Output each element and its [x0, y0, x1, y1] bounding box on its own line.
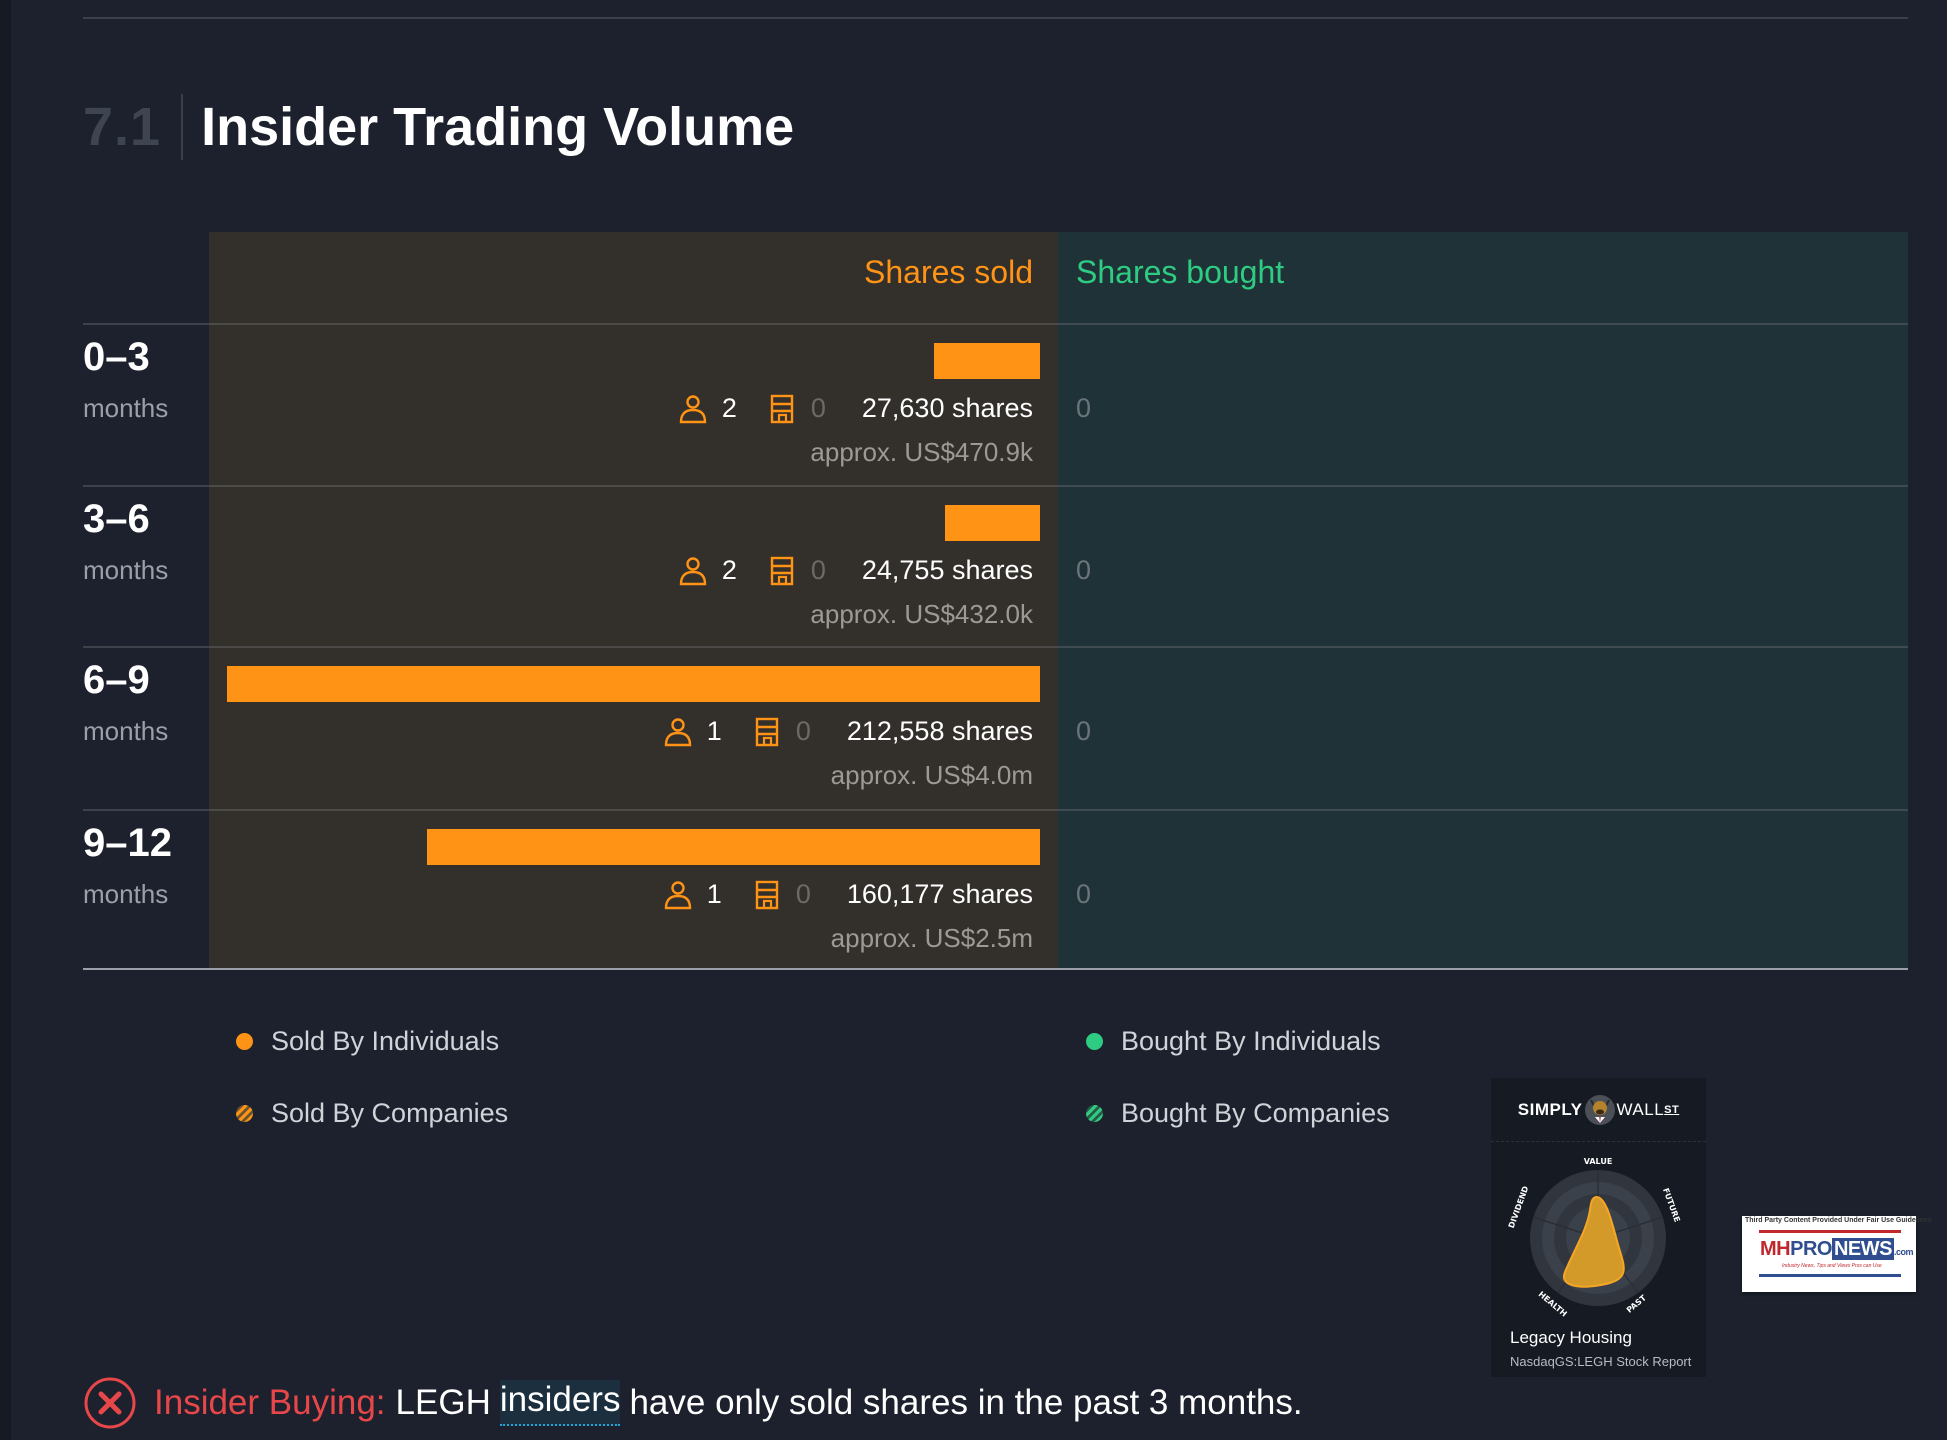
- insiders-glossary-link[interactable]: insiders: [499, 1380, 621, 1426]
- legend-label: Sold By Individuals: [271, 1026, 500, 1056]
- individual-count: 1: [706, 716, 722, 746]
- approx-value: approx. US$470.9k: [810, 437, 1033, 467]
- legend-label: Sold By Companies: [271, 1098, 509, 1128]
- period-unit: months: [83, 393, 169, 423]
- company-count: 0: [810, 393, 826, 423]
- company-count: 0: [810, 555, 826, 585]
- orange-dot-icon: [236, 1033, 253, 1050]
- building-icon: [752, 880, 782, 910]
- mhpronews-wordmark: MHPRO NEWS .com: [1760, 1238, 1913, 1261]
- legend-sold-individuals[interactable]: Sold By Individuals: [236, 1026, 499, 1057]
- person-icon: [678, 394, 708, 424]
- person-icon: [663, 880, 693, 910]
- logo-red-bar: [1759, 1230, 1901, 1233]
- approx-value: approx. US$432.0k: [810, 599, 1033, 629]
- header-shares-bought: Shares bought: [1076, 254, 1285, 290]
- axis-value: VALUE: [1584, 1157, 1613, 1166]
- section-number: 7.1: [83, 97, 162, 157]
- approx-value: approx. US$2.5m: [830, 923, 1033, 953]
- shares-bought-value: 0: [1076, 716, 1092, 746]
- sold-stats: 1 0 160,177 shares: [663, 879, 1033, 910]
- axis-dividend: DIVIDEND: [1507, 1184, 1531, 1229]
- wordmark-mh: MH: [1760, 1238, 1791, 1260]
- shares-sold-value: 212,558 shares: [846, 716, 1033, 746]
- shares-sold-value: 27,630 shares: [861, 393, 1033, 423]
- company-name: Legacy Housing: [1510, 1328, 1632, 1347]
- table-header: Shares sold Shares bought: [83, 232, 1908, 323]
- green-dot-icon: [1086, 1033, 1103, 1050]
- logo-blue-bar: [1759, 1274, 1901, 1277]
- period-unit: months: [83, 555, 169, 585]
- shares-sold-value: 160,177 shares: [846, 879, 1033, 909]
- period-unit: months: [83, 879, 169, 909]
- sold-bar[interactable]: [427, 829, 1040, 865]
- sold-stats: 2 0 24,755 shares: [678, 555, 1033, 586]
- wordmark-news: NEWS: [1831, 1238, 1894, 1260]
- building-icon: [767, 556, 797, 586]
- bull-mascot-icon: [1584, 1094, 1615, 1125]
- snowflake-radar-chart: VALUE FUTURE PAST HEALTH DIVIDEND: [1507, 1157, 1682, 1319]
- legend-label: Bought By Individuals: [1121, 1026, 1381, 1056]
- section-top-divider: [83, 17, 1908, 19]
- table-row: 0–3 months 2 0 27,630 shares approx. US$…: [83, 325, 1908, 486]
- period-range: 3–6: [83, 497, 150, 541]
- table-row: 9–12 months 1 0 160,177 shares approx. U…: [83, 811, 1908, 972]
- table-row: 6–9 months 1 0 212,558 shares approx. US…: [83, 648, 1908, 809]
- sws-logo: SIMPLY WALL ST: [1491, 1078, 1706, 1142]
- legend-bought-individuals[interactable]: Bought By Individuals: [1086, 1026, 1381, 1057]
- individual-count: 2: [721, 393, 737, 423]
- wordmark-pro: PRO: [1790, 1238, 1832, 1260]
- mhpronews-logo: Third Party Content Provided Under Fair …: [1742, 1216, 1932, 1292]
- axis-future: FUTURE: [1661, 1187, 1682, 1223]
- period-unit: months: [83, 716, 169, 746]
- sws-brand-left: SIMPLY: [1517, 1099, 1583, 1119]
- person-icon: [663, 717, 693, 747]
- legend-sold-companies[interactable]: Sold By Companies: [236, 1098, 508, 1129]
- company-count: 0: [795, 716, 811, 746]
- insight-ticker: LEGH: [395, 1383, 491, 1422]
- period-range: 0–3: [83, 335, 150, 379]
- section-heading: 7.1 Insider Trading Volume: [83, 92, 794, 162]
- company-count: 0: [795, 879, 811, 909]
- building-icon: [752, 717, 782, 747]
- simply-wall-st-card[interactable]: SIMPLY WALL ST VALUE FUTURE PAST HEALTH …: [1491, 1078, 1706, 1377]
- insight-label: Insider Buying:: [154, 1383, 386, 1422]
- individual-count: 1: [706, 879, 722, 909]
- wordmark-com: .com: [1893, 1247, 1914, 1257]
- stock-report-link[interactable]: NasdaqGS:LEGH Stock Report: [1510, 1354, 1691, 1369]
- legend-bought-companies[interactable]: Bought By Companies: [1086, 1098, 1390, 1129]
- striped-green-dot-icon: [1086, 1105, 1103, 1122]
- sold-stats: 1 0 212,558 shares: [663, 716, 1033, 747]
- building-icon: [767, 394, 797, 424]
- sws-brand-st: ST: [1664, 1103, 1680, 1116]
- fail-x-circle-icon: [83, 1376, 137, 1430]
- shares-bought-value: 0: [1076, 879, 1092, 909]
- period-range: 9–12: [83, 821, 172, 865]
- striped-orange-dot-icon: [236, 1105, 253, 1122]
- sws-brand-right: WALL: [1616, 1099, 1665, 1119]
- sold-stats: 2 0 27,630 shares: [678, 393, 1033, 424]
- shares-bought-value: 0: [1076, 555, 1092, 585]
- shares-bought-value: 0: [1076, 393, 1092, 423]
- fair-use-notice: Third Party Content Provided Under Fair …: [1745, 1217, 1932, 1224]
- approx-value: approx. US$4.0m: [830, 760, 1033, 790]
- person-icon: [678, 556, 708, 586]
- sold-bar[interactable]: [227, 666, 1040, 702]
- page-edge: [0, 0, 11, 1440]
- shares-sold-value: 24,755 shares: [861, 555, 1033, 585]
- header-shares-sold: Shares sold: [864, 254, 1033, 290]
- legend-label: Bought By Companies: [1121, 1098, 1390, 1128]
- heading-divider: [181, 94, 184, 160]
- insider-buying-insight: Insider Buying: LEGH insiders have only …: [83, 1376, 1303, 1430]
- sold-bar[interactable]: [945, 505, 1040, 541]
- sold-bar[interactable]: [934, 343, 1040, 379]
- table-row: 3–6 months 2 0 24,755 shares approx. US$…: [83, 487, 1908, 648]
- period-range: 6–9: [83, 658, 150, 702]
- individual-count: 2: [721, 555, 737, 585]
- section-title: Insider Trading Volume: [201, 97, 795, 157]
- logo-tagline: Industry News, Tips and Views Pros can U…: [1782, 1263, 1882, 1269]
- insight-text: have only sold shares in the past 3 mont…: [629, 1383, 1303, 1422]
